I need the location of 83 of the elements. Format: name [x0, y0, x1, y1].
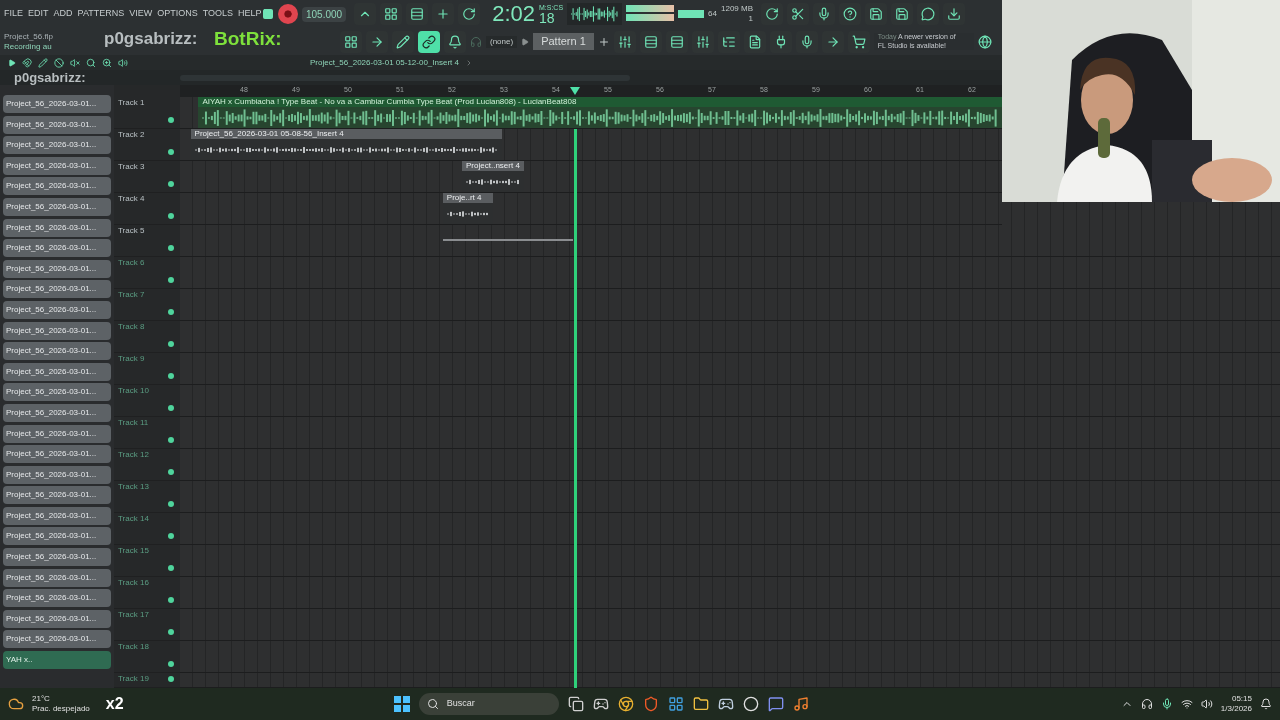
channel-item[interactable]: Project_56_2026-03-01...	[3, 115, 111, 134]
cpu-reading: 64	[708, 8, 717, 20]
menu-item[interactable]: TOOLS	[202, 7, 234, 21]
track-name[interactable]: Track 3	[118, 162, 145, 171]
channel-item[interactable]: Project_56_2026-03-01...	[3, 424, 111, 443]
track-name[interactable]: Track 15	[118, 546, 149, 555]
channel-item[interactable]: Project_56_2026-03-01...	[3, 177, 111, 196]
channel-item[interactable]: Project_56_2026-03-01...	[3, 630, 111, 649]
track-name[interactable]: Track 16	[118, 578, 149, 587]
clock-time[interactable]: 05:15	[1231, 694, 1252, 704]
channel-item[interactable]: Project_56_2026-03-01...	[3, 548, 111, 567]
channel-item[interactable]: Project_56_2026-03-01...	[3, 300, 111, 319]
clock-date[interactable]: 1/3/2026	[1220, 704, 1252, 714]
chat-username: BotRix:	[214, 29, 282, 48]
channel-item[interactable]: Project_56_2026-03-01...	[3, 197, 111, 216]
track-name[interactable]: Track 14	[118, 514, 149, 523]
menu-item[interactable]: EDIT	[28, 7, 49, 21]
channel-item[interactable]: Project_56_2026-03-01...	[3, 156, 111, 175]
channel-item[interactable]: Project_56_2026-03-01...	[3, 568, 111, 587]
channel-item[interactable]: Project_56_2026-03-01...	[3, 383, 111, 402]
track-name[interactable]: Track 9	[118, 354, 145, 363]
time-display: 2:02	[492, 3, 535, 25]
clip-label: Project..nsert 4	[462, 161, 525, 171]
audio-clip[interactable]: Project..nsert 4	[462, 161, 525, 192]
channel-item[interactable]: Project_56_2026-03-01...	[3, 506, 111, 525]
audio-clip[interactable]: Project_56_2026-03-01 05-08-56_Insert 4	[190, 129, 502, 160]
channel-item[interactable]: Project_56_2026-03-01...	[3, 362, 111, 381]
audio-clip[interactable]: Proje..rt 4	[442, 193, 493, 224]
menu-item[interactable]: HELP	[238, 7, 262, 21]
track-name[interactable]: Track 10	[118, 386, 149, 395]
temperature-label: 21°C	[32, 694, 50, 704]
track-name[interactable]: Track 6	[118, 258, 145, 267]
tempo-display[interactable]: 105.000	[302, 6, 347, 22]
channel-item[interactable]: YAH x..	[3, 651, 111, 670]
menu-item[interactable]: ADD	[53, 7, 73, 21]
status-hint: Recording au	[4, 41, 52, 52]
clip-label: Proje..rt 4	[442, 193, 493, 203]
chat-username: p0gsabrizz:	[14, 71, 86, 84]
audio-clip[interactable]: AIYAH x Cumbiacha ! Type Beat - No va a Cambiar Cumbia Type Beat (Prod Lucian808) - LucianBeat808	[198, 97, 1002, 128]
menu-item[interactable]: OPTIONS	[157, 7, 198, 21]
weather-label: Prac. despejado	[32, 704, 90, 714]
channel-item[interactable]: Project_56_2026-03-01...	[3, 136, 111, 155]
track-name[interactable]: Track 2	[118, 130, 145, 139]
channel-item[interactable]: Project_56_2026-03-01...	[3, 445, 111, 464]
track-name[interactable]: Track 12	[118, 450, 149, 459]
track-name[interactable]: Track 4	[118, 194, 145, 203]
track-name[interactable]: Track 8	[118, 322, 145, 331]
memory-reading: 1209 MB	[721, 4, 754, 14]
channel-item[interactable]: Project_56_2026-03-01...	[3, 280, 111, 299]
channel-item[interactable]: Project_56_2026-03-01...	[3, 527, 111, 546]
menu-item[interactable]: PATTERNS	[77, 7, 125, 21]
channel-item[interactable]: Project_56_2026-03-01...	[3, 589, 111, 608]
channel-item[interactable]: Project_56_2026-03-01...	[3, 95, 111, 113]
time-centiseconds: 18	[539, 11, 556, 25]
file-name-label: Project_56.flp	[4, 31, 53, 42]
clip-label: Project_56_2026-03-01 05-08-56_Insert 4	[190, 129, 502, 139]
polyphony-reading: 1	[748, 14, 754, 24]
channel-item[interactable]: Project_56_2026-03-01...	[3, 486, 111, 505]
multiplier-label: x2	[105, 694, 124, 714]
chat-username: p0gsabrizz:	[104, 30, 198, 47]
track-name[interactable]: Track 13	[118, 482, 149, 491]
channel-item[interactable]: Project_56_2026-03-01...	[3, 342, 111, 361]
menu-item[interactable]: FILE	[4, 7, 23, 21]
pattern-selector[interactable]: Pattern 1	[533, 33, 594, 50]
track-name[interactable]: Track 18	[118, 642, 149, 651]
track-name[interactable]: Track 19	[118, 674, 149, 683]
track-name[interactable]: Track 17	[118, 610, 149, 619]
breadcrumb[interactable]: Project_56_2026-03-01 05-12-00_Insert 4	[310, 56, 459, 69]
track-name[interactable]: Track 1	[118, 98, 145, 107]
search-field[interactable]: Buscar	[418, 693, 559, 715]
track-name[interactable]: Track 11	[118, 418, 149, 427]
channel-item[interactable]: Project_56_2026-03-01...	[3, 239, 111, 258]
menu-item[interactable]: VIEW	[129, 7, 153, 21]
channel-item[interactable]: Project_56_2026-03-01...	[3, 218, 111, 237]
channel-selector[interactable]: (none)	[486, 35, 518, 48]
channel-item[interactable]: Project_56_2026-03-01...	[3, 259, 111, 278]
clip-label: AIYAH x Cumbiacha ! Type Beat - No va a Cambiar Cumbia Type Beat (Prod Lucian808) - LucianBeat808	[198, 97, 1002, 107]
track-name[interactable]: Track 5	[118, 226, 145, 235]
channel-item[interactable]: Project_56_2026-03-01...	[3, 321, 111, 340]
channel-item[interactable]: Project_56_2026-03-01...	[3, 609, 111, 628]
track-name[interactable]: Track 7	[118, 290, 145, 299]
channel-item[interactable]: Project_56_2026-03-01...	[3, 403, 111, 422]
channel-item[interactable]: Project_56_2026-03-01...	[3, 465, 111, 484]
